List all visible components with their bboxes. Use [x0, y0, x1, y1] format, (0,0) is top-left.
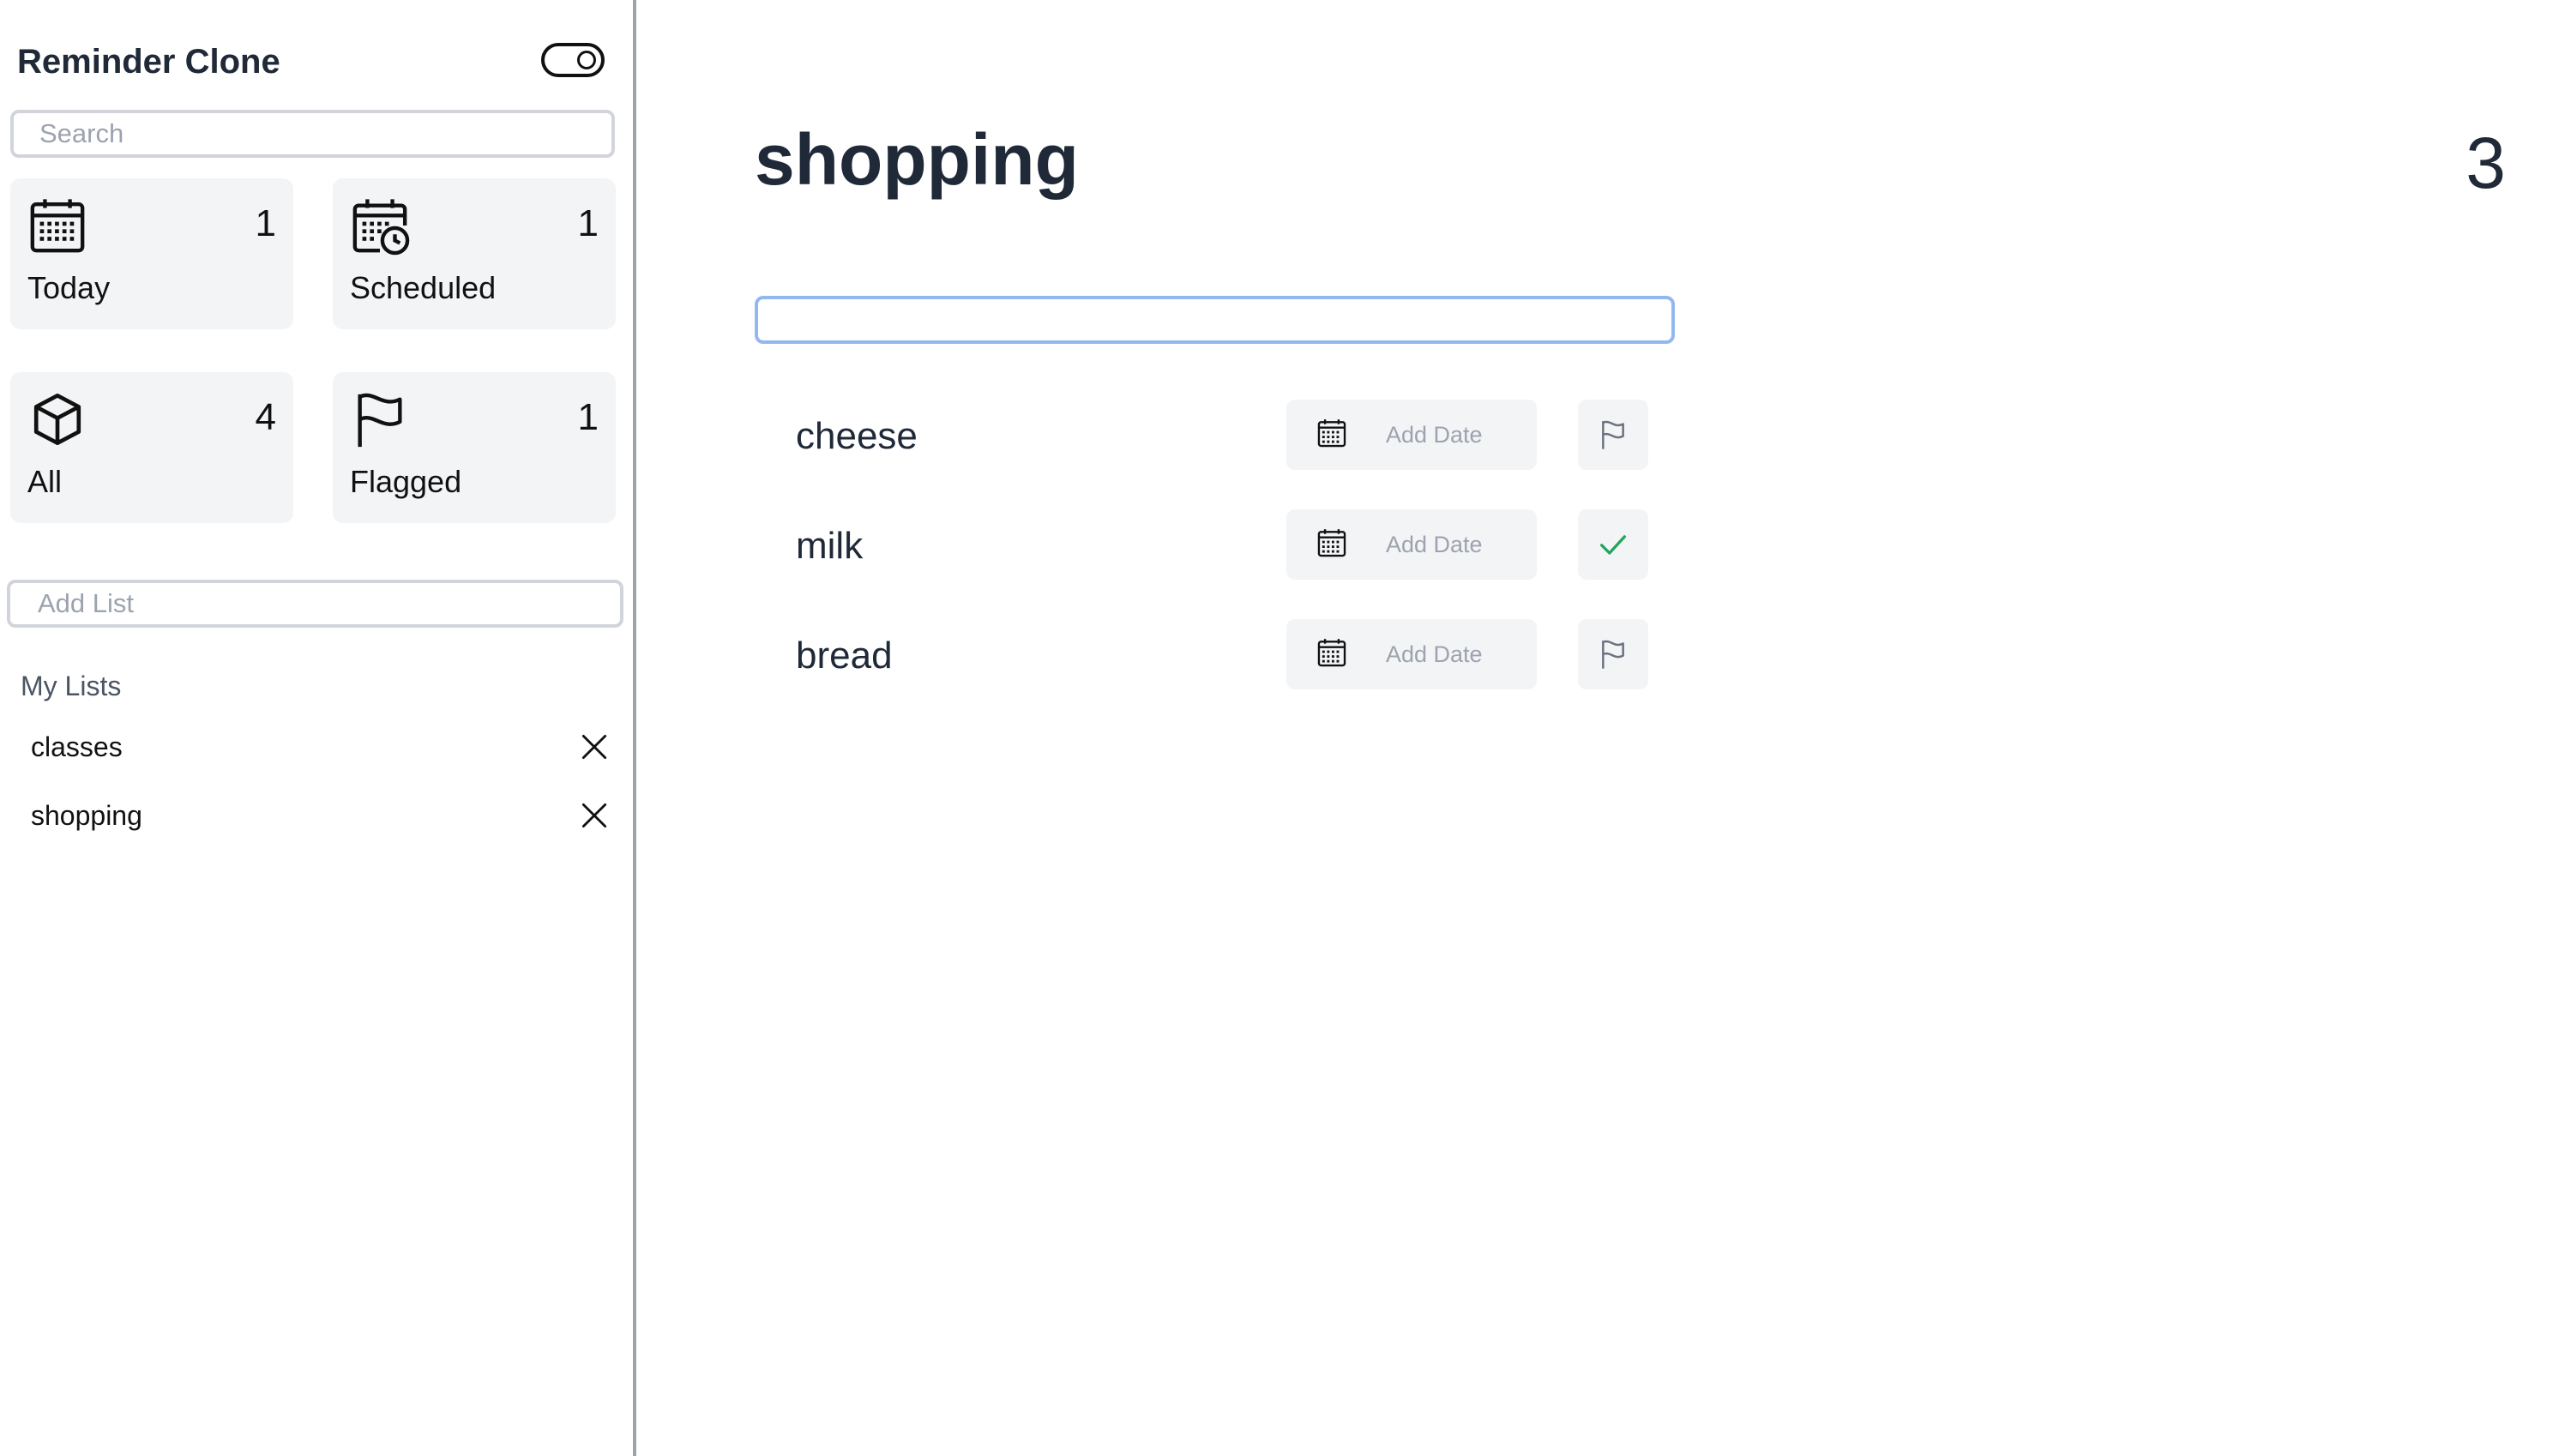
add-date-button[interactable]: Add Date [1286, 619, 1537, 689]
add-date-label: Add Date [1386, 532, 1483, 557]
flag-toggle-button[interactable] [1578, 400, 1648, 470]
smart-list-scheduled[interactable]: 1 Scheduled [333, 178, 616, 329]
theme-toggle[interactable] [541, 43, 605, 77]
sidebar: Reminder Clone 1 [0, 0, 636, 1456]
add-list-input[interactable] [7, 580, 623, 628]
new-reminder-input[interactable] [755, 296, 1675, 344]
card-label: Flagged [350, 464, 462, 499]
flag-outline-icon [1602, 640, 1624, 669]
app-title: Reminder Clone [17, 43, 280, 81]
calendar-icon [1316, 526, 1348, 559]
flag-icon [350, 389, 410, 449]
search-input[interactable] [10, 110, 615, 158]
list-item-label: shopping [31, 800, 142, 831]
card-label: All [27, 464, 63, 499]
flag-outline-icon [1602, 420, 1624, 449]
reminder-row: cheese Add Date [755, 400, 1675, 472]
flag-toggle-button[interactable] [1578, 509, 1648, 580]
delete-list-button[interactable] [578, 731, 611, 763]
smart-list-flagged[interactable]: 1 Flagged [333, 372, 616, 523]
flag-toggle-button[interactable] [1578, 619, 1648, 689]
reminder-label[interactable]: milk [796, 525, 863, 568]
delete-list-button[interactable] [578, 799, 611, 832]
reminder-count: 3 [2466, 123, 2506, 203]
sidebar-item-classes[interactable]: classes [21, 719, 612, 775]
check-icon [1600, 535, 1626, 555]
toggle-knob [577, 51, 596, 69]
card-count: 4 [255, 396, 276, 438]
my-lists-heading: My Lists [21, 671, 122, 701]
card-count: 1 [255, 202, 276, 244]
page-title: shopping [755, 119, 1079, 200]
add-date-label: Add Date [1386, 422, 1483, 448]
add-date-button[interactable]: Add Date [1286, 400, 1537, 470]
card-label: Today [27, 270, 111, 305]
card-count: 1 [577, 396, 599, 438]
add-date-label: Add Date [1386, 641, 1483, 667]
reminder-row: milk Add Date [755, 509, 1675, 581]
smart-list-today[interactable]: 1 Today [10, 178, 293, 329]
calendar-icon [27, 196, 87, 256]
box-icon [27, 389, 87, 449]
card-count: 1 [577, 202, 599, 244]
reminder-label[interactable]: bread [796, 635, 893, 677]
card-label: Scheduled [350, 270, 497, 305]
reminder-label[interactable]: cheese [796, 415, 918, 458]
calendar-clock-icon [350, 196, 410, 256]
close-icon [581, 734, 607, 760]
close-icon [581, 803, 607, 828]
calendar-icon [1316, 636, 1348, 669]
add-date-button[interactable]: Add Date [1286, 509, 1537, 580]
app: Reminder Clone 1 [0, 0, 2571, 1456]
reminder-row: bread Add Date [755, 619, 1675, 691]
smart-list-all[interactable]: 4 All [10, 372, 293, 523]
calendar-icon [1316, 417, 1348, 449]
sidebar-item-shopping[interactable]: shopping [21, 787, 612, 844]
main-panel: shopping 3 cheese Add Date milk Add Date… [640, 0, 2571, 1456]
list-item-label: classes [31, 731, 123, 762]
